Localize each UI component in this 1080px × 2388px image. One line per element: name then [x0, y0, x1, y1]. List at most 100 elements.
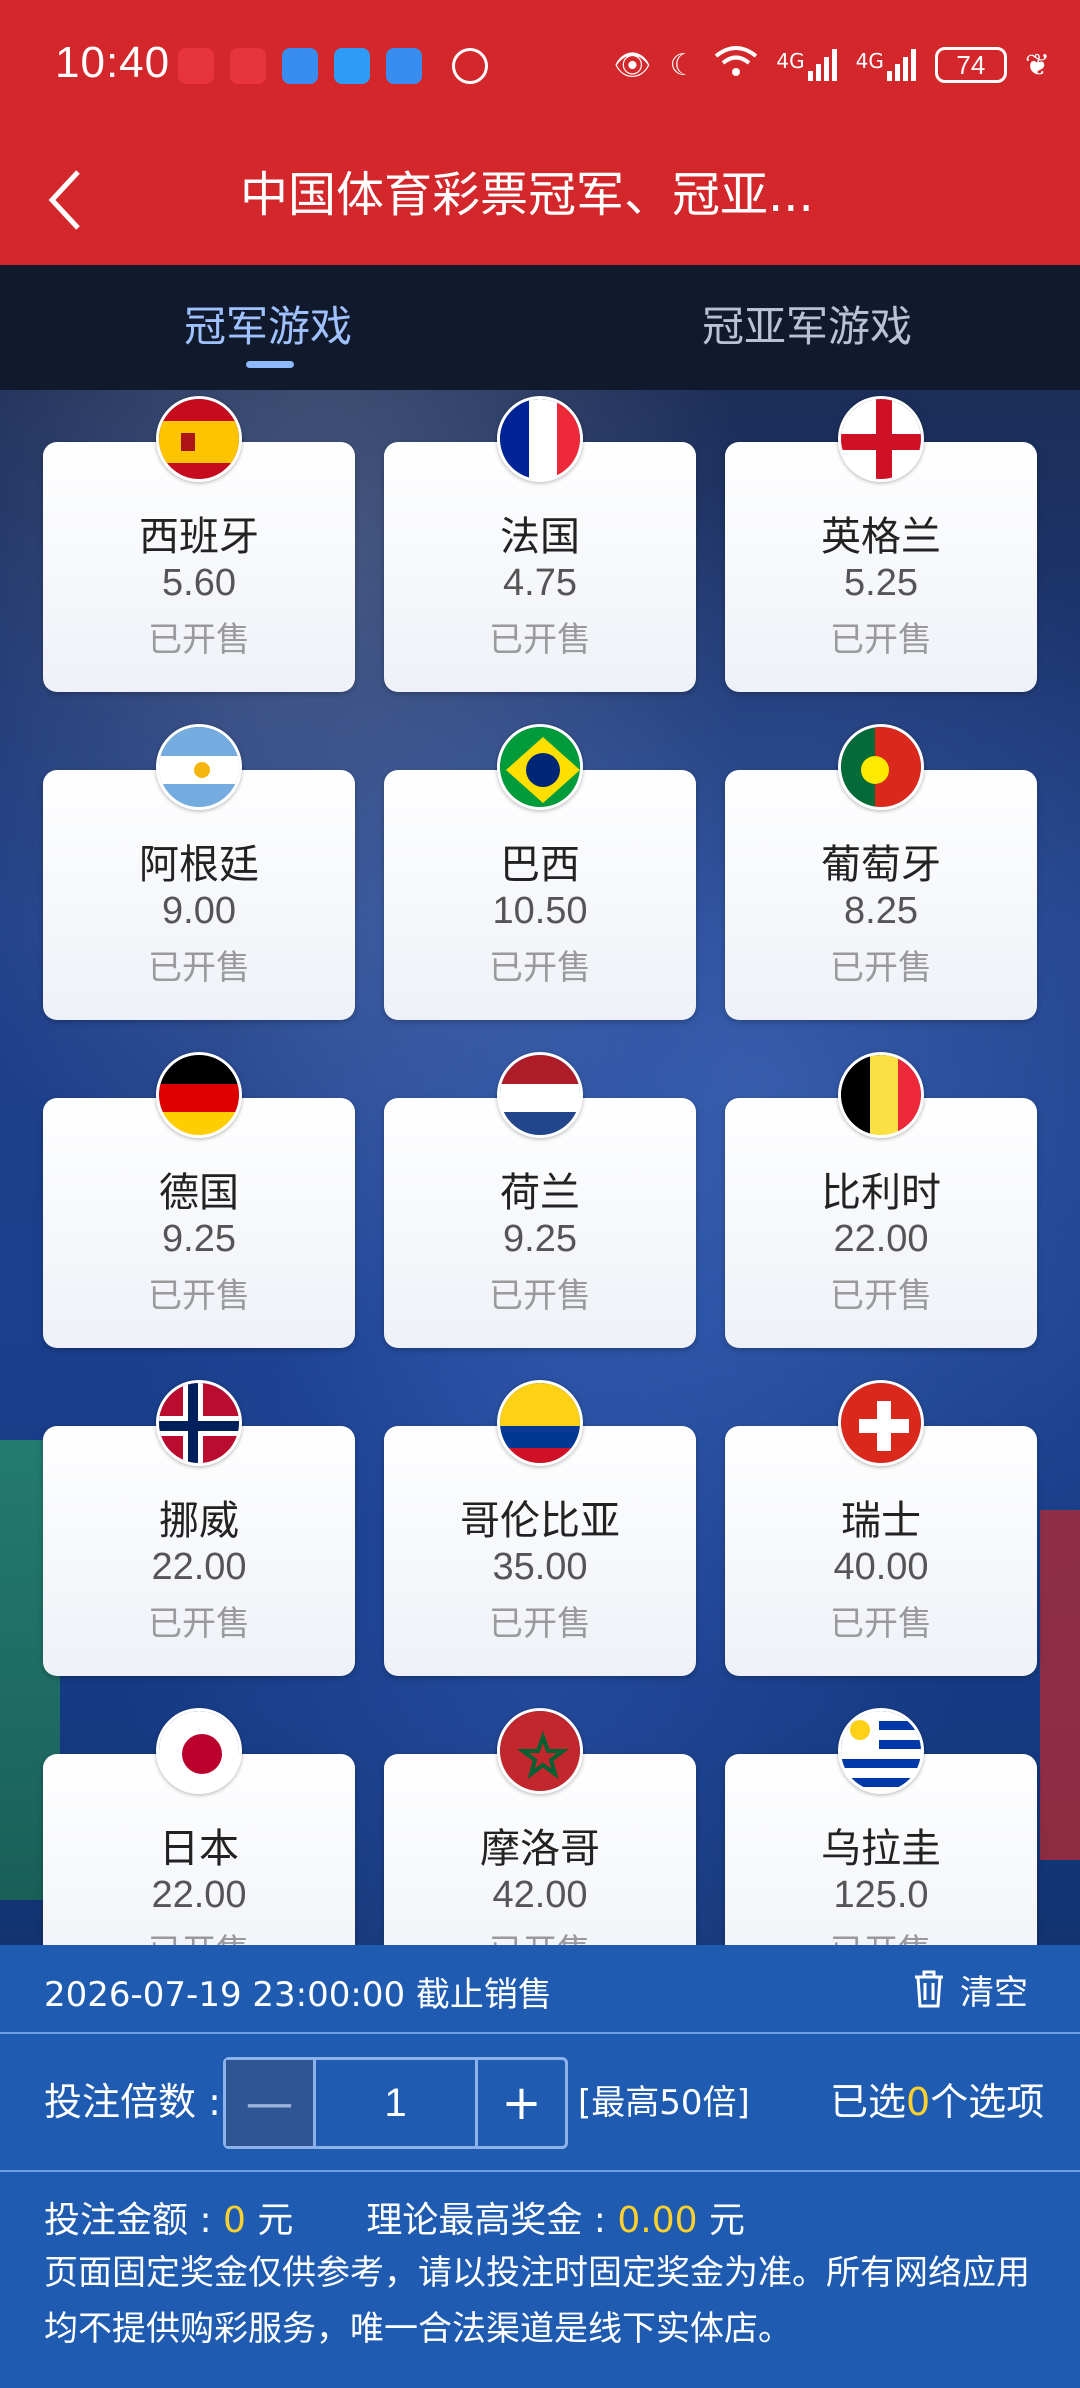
app-notification-icon — [386, 48, 422, 84]
argentina-flag-icon — [156, 724, 242, 810]
back-button[interactable] — [40, 160, 110, 240]
germany-flag-icon — [156, 1052, 242, 1138]
portugal-flag-icon — [838, 724, 924, 810]
huawei-app-icon — [178, 48, 214, 84]
clear-button[interactable]: 清空 — [912, 1959, 1028, 2019]
team-card-morocco[interactable]: 摩洛哥 42.00 已开售 — [384, 1708, 696, 1945]
team-card-switzerland[interactable]: 瑞士 40.00 已开售 — [725, 1380, 1037, 1676]
team-card-belgium[interactable]: 比利时 22.00 已开售 — [725, 1052, 1037, 1348]
message-icon — [334, 48, 370, 84]
team-name: 德国 — [159, 1170, 239, 1216]
team-card-argentina[interactable]: 阿根廷 9.00 已开售 — [43, 724, 355, 1020]
team-card-colombia[interactable]: 哥伦比亚 35.00 已开售 — [384, 1380, 696, 1676]
sale-status: 已开售 — [148, 1276, 250, 1316]
page-title: 中国体育彩票冠军、冠亚... — [240, 167, 814, 223]
sale-status: 已开售 — [43, 1924, 355, 1945]
multiplier-label: 投注倍数 : — [44, 2080, 221, 2124]
team-name: 荷兰 — [500, 1170, 580, 1216]
huawei-app-icon — [230, 48, 266, 84]
chevron-left-icon — [48, 170, 80, 230]
tab-champion[interactable]: 冠军游戏 — [184, 293, 352, 354]
prize-value: 0.00 — [617, 2200, 698, 2241]
app-header: 中国体育彩票冠军、冠亚... — [0, 130, 1080, 265]
disclaimer-text: 页面固定奖金仅供参考，请以投注时固定奖金为准。所有网络应用均不提供购彩服务，唯一… — [44, 2253, 1030, 2349]
team-odds: 40.00 — [833, 1546, 929, 1588]
team-card-brazil[interactable]: 巴西 10.50 已开售 — [384, 724, 696, 1020]
team-card-germany[interactable]: 德国 9.25 已开售 — [43, 1052, 355, 1348]
team-grid: 西班牙 5.60 已开售 法国 4.75 已开售 英格兰 5.25 已开售 阿根… — [0, 390, 1080, 1945]
bet-panel: 2026-07-19 23:00:00 截止销售 清空 投注倍数 : — 1 +… — [0, 1945, 1080, 2388]
team-name: 瑞士 — [841, 1498, 921, 1544]
sale-status: 已开售 — [384, 1924, 696, 1945]
team-card-portugal[interactable]: 葡萄牙 8.25 已开售 — [725, 724, 1037, 1020]
sale-status: 已开售 — [830, 1276, 932, 1316]
eye-comfort-icon: 👁 — [613, 47, 652, 83]
team-odds: 125.0 — [833, 1874, 929, 1916]
divider — [0, 2032, 1080, 2034]
tab-active-indicator — [246, 361, 294, 368]
network-label: 4G — [776, 49, 805, 73]
team-card-england[interactable]: 英格兰 5.25 已开售 — [725, 396, 1037, 692]
team-card-france[interactable]: 法国 4.75 已开售 — [384, 396, 696, 692]
team-name: 葡萄牙 — [821, 842, 941, 888]
team-name: 哥伦比亚 — [460, 1498, 620, 1544]
decrease-button[interactable]: — — [226, 2060, 316, 2146]
tab-bar: 冠军游戏 冠亚军游戏 — [0, 265, 1080, 390]
norway-flag-icon — [156, 1380, 242, 1466]
sale-status: 已开售 — [830, 620, 932, 660]
amount-value: 0 — [223, 2200, 246, 2241]
team-odds: 9.25 — [503, 1218, 577, 1260]
signal-icon: 4G — [776, 49, 837, 81]
team-name: 比利时 — [821, 1170, 941, 1216]
team-card-japan[interactable]: 日本 22.00 已开售 — [43, 1708, 355, 1945]
team-card-uruguay[interactable]: 乌拉圭 125.0 已开售 — [725, 1708, 1037, 1945]
morocco-flag-icon — [497, 1708, 583, 1794]
sale-status: 已开售 — [148, 1604, 250, 1644]
england-flag-icon — [838, 396, 924, 482]
nfc-icon — [452, 48, 488, 84]
team-card-netherlands[interactable]: 荷兰 9.25 已开售 — [384, 1052, 696, 1348]
team-odds: 22.00 — [151, 1546, 247, 1588]
multiplier-stepper: — 1 + — [223, 2057, 568, 2149]
app-notification-icon — [282, 48, 318, 84]
status-time: 10:40 — [55, 38, 171, 87]
netherlands-flag-icon — [497, 1052, 583, 1138]
brazil-flag-icon — [497, 724, 583, 810]
multiplier-input[interactable]: 1 — [316, 2060, 475, 2146]
sales-deadline: 2026-07-19 23:00:00 截止销售 — [44, 1975, 552, 2015]
team-card-spain[interactable]: 西班牙 5.60 已开售 — [43, 396, 355, 692]
team-odds: 42.00 — [492, 1874, 588, 1916]
signal-icon: 4G — [856, 49, 917, 81]
selected-prefix: 已选 — [830, 2080, 907, 2124]
team-card-norway[interactable]: 挪威 22.00 已开售 — [43, 1380, 355, 1676]
tab-champion-runnerup[interactable]: 冠亚军游戏 — [702, 293, 912, 354]
sale-status: 已开售 — [148, 948, 250, 988]
team-name: 英格兰 — [821, 514, 941, 560]
france-flag-icon — [497, 396, 583, 482]
sale-status: 已开售 — [489, 620, 591, 660]
status-indicators: 👁 ☾ 4G 4G 74 ❦ — [613, 40, 1050, 90]
amount-unit: 元 — [257, 2200, 294, 2241]
team-odds: 22.00 — [833, 1218, 929, 1260]
increase-button[interactable]: + — [475, 2060, 565, 2146]
team-odds: 9.25 — [162, 1218, 236, 1260]
background-decoration — [1040, 1510, 1080, 1860]
sale-status: 已开售 — [489, 948, 591, 988]
team-name: 日本 — [159, 1826, 239, 1872]
sale-status: 已开售 — [489, 1276, 591, 1316]
amount-label: 投注金额 : — [44, 2200, 212, 2241]
team-name: 挪威 — [159, 1498, 239, 1544]
colombia-flag-icon — [497, 1380, 583, 1466]
team-odds: 5.25 — [844, 562, 918, 604]
clear-label: 清空 — [960, 1972, 1028, 2013]
trash-icon — [915, 1970, 943, 2008]
team-name: 摩洛哥 — [480, 1826, 600, 1872]
divider — [0, 2170, 1080, 2172]
selected-count: 已选0个选项 — [830, 2071, 1044, 2126]
status-bar: 10:40 👁 ☾ 4G 4G 74 ❦ — [0, 0, 1080, 130]
team-name: 巴西 — [500, 842, 580, 888]
sale-status: 已开售 — [830, 1604, 932, 1644]
team-odds: 10.50 — [492, 890, 588, 932]
team-odds: 8.25 — [844, 890, 918, 932]
moon-icon: ☾ — [669, 47, 697, 83]
